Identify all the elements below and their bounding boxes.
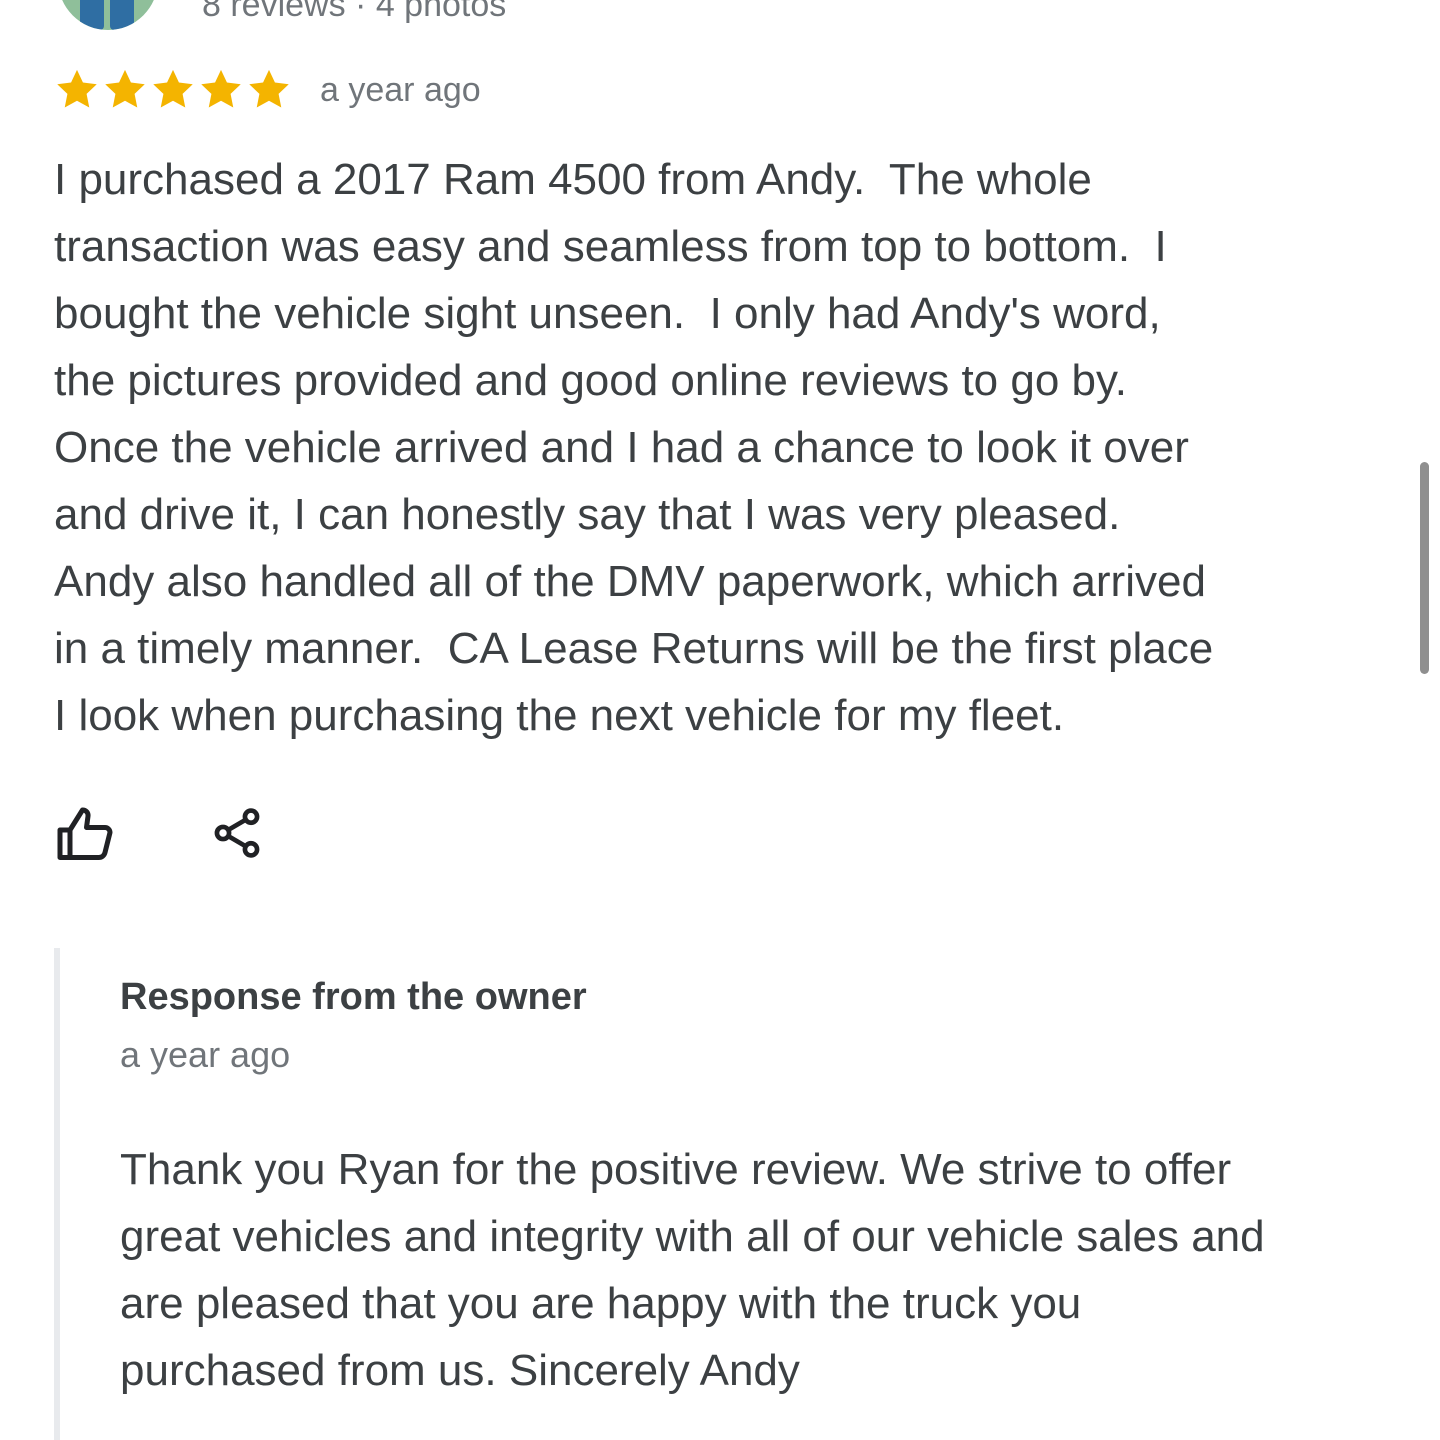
share-button[interactable] <box>202 798 272 868</box>
star-icon <box>153 69 193 108</box>
owner-response-line: Thank you Ryan for the positive review. … <box>120 1145 1232 1194</box>
review-text-line: and drive it, I can honestly say that I … <box>54 490 1121 539</box>
owner-response: Response from the owner a year ago Thank… <box>54 948 1390 1440</box>
rating-row: a year ago <box>54 62 481 118</box>
reviewer-meta: 8 reviews · 4 photos <box>202 0 507 24</box>
owner-response-line: purchased from us. Sincerely Andy <box>120 1346 800 1395</box>
review-text: I purchased a 2017 Ram 4500 from Andy. T… <box>54 146 1344 749</box>
star-icon <box>57 69 97 108</box>
thumbs-up-icon <box>57 807 113 860</box>
scrollbar[interactable] <box>1420 462 1429 674</box>
owner-response-title: Response from the owner <box>120 976 587 1018</box>
review-text-line: I look when purchasing the next vehicle … <box>54 691 1065 740</box>
review-text-line: bought the vehicle sight unseen. I only … <box>54 289 1161 338</box>
owner-response-line: great vehicles and integrity with all of… <box>120 1212 1265 1261</box>
like-button[interactable] <box>50 800 120 870</box>
star-icon <box>105 69 145 108</box>
star-icon <box>249 69 289 108</box>
avatar-shape <box>80 0 104 30</box>
owner-response-date: a year ago <box>120 1034 291 1075</box>
star-icon <box>201 69 241 108</box>
share-icon <box>214 808 260 858</box>
review-text-line: the pictures provided and good online re… <box>54 356 1127 405</box>
avatar-shape <box>110 0 134 30</box>
review-date: a year ago <box>320 70 481 109</box>
review-text-line: Once the vehicle arrived and I had a cha… <box>54 423 1189 472</box>
review-text-line: Andy also handled all of the DMV paperwo… <box>54 557 1206 606</box>
owner-response-text: Thank you Ryan for the positive review. … <box>120 1136 1380 1404</box>
review-text-line: transaction was easy and seamless from t… <box>54 222 1167 271</box>
star-rating <box>54 67 292 113</box>
review-text-line: I purchased a 2017 Ram 4500 from Andy. T… <box>54 155 1092 204</box>
reviewer-avatar[interactable] <box>58 0 158 30</box>
review-text-line: in a timely manner. CA Lease Returns wil… <box>54 624 1214 673</box>
owner-response-line: are pleased that you are happy with the … <box>120 1279 1082 1328</box>
